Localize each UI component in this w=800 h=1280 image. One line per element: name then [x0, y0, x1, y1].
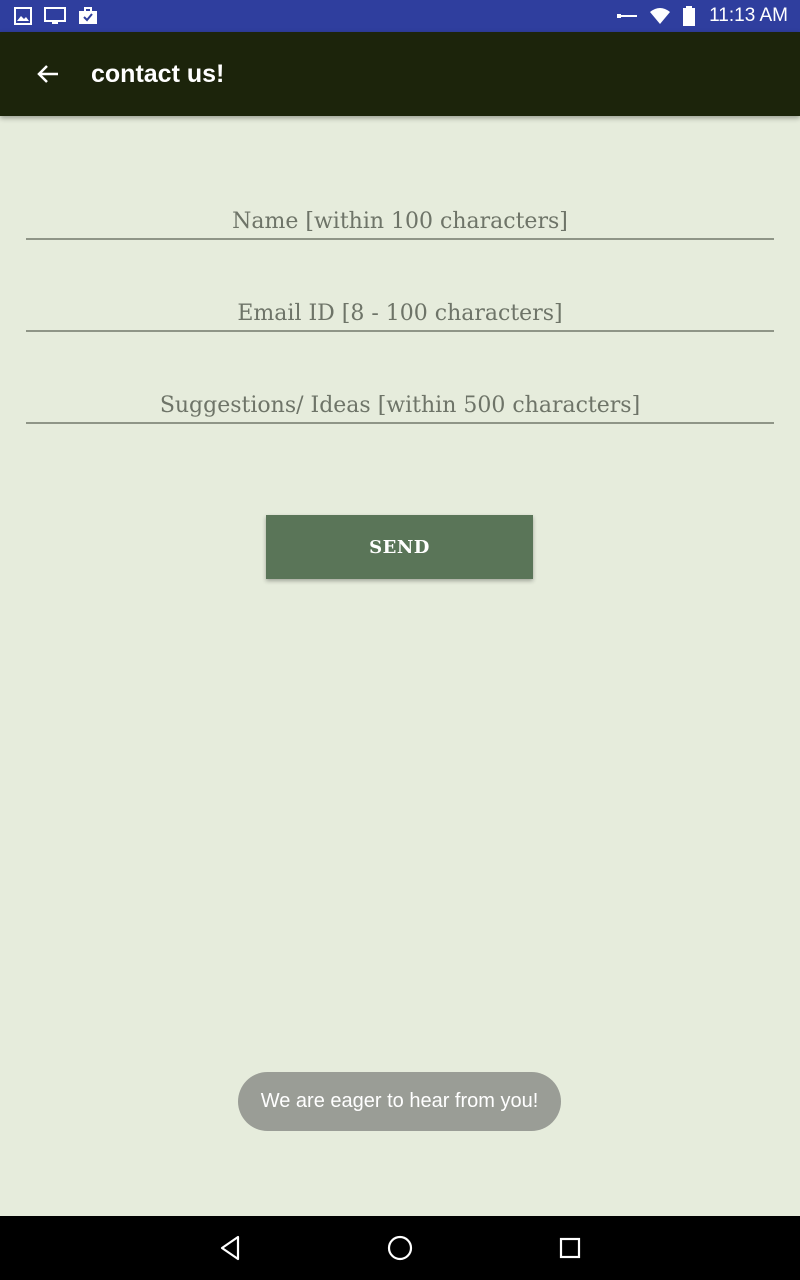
- name-field[interactable]: [26, 209, 774, 234]
- image-icon: [14, 7, 32, 25]
- status-right-icons: 11:13 AM: [617, 5, 788, 27]
- home-circle-icon: [386, 1234, 414, 1262]
- ideas-field-container: [26, 376, 774, 424]
- nav-home-button[interactable]: [370, 1218, 430, 1278]
- email-field-container: [26, 284, 774, 332]
- suggestions-field[interactable]: [26, 393, 774, 418]
- arrow-back-icon: [36, 62, 60, 86]
- back-triangle-icon: [218, 1235, 242, 1261]
- nav-recents-button[interactable]: [540, 1218, 600, 1278]
- nav-back-button[interactable]: [200, 1218, 260, 1278]
- monitor-icon: [44, 7, 66, 25]
- dash-icon: [617, 12, 638, 20]
- recents-square-icon: [558, 1236, 582, 1260]
- app-bar: contact us!: [0, 32, 800, 116]
- page-title: contact us!: [91, 59, 225, 88]
- send-button[interactable]: SEND: [266, 515, 533, 579]
- navigation-bar: [0, 1216, 800, 1280]
- wifi-icon: [649, 7, 671, 25]
- briefcase-check-icon: [78, 7, 98, 25]
- toast-text: We are eager to hear from you!: [260, 1090, 539, 1112]
- email-field[interactable]: [26, 301, 774, 326]
- toast-message: We are eager to hear from you!: [238, 1072, 561, 1131]
- back-button[interactable]: [20, 46, 76, 102]
- status-left-icons: [14, 7, 98, 25]
- battery-icon: [683, 6, 696, 26]
- status-time: 11:13 AM: [709, 5, 788, 26]
- name-field-container: [26, 192, 774, 240]
- status-bar: 11:13 AM: [0, 0, 800, 32]
